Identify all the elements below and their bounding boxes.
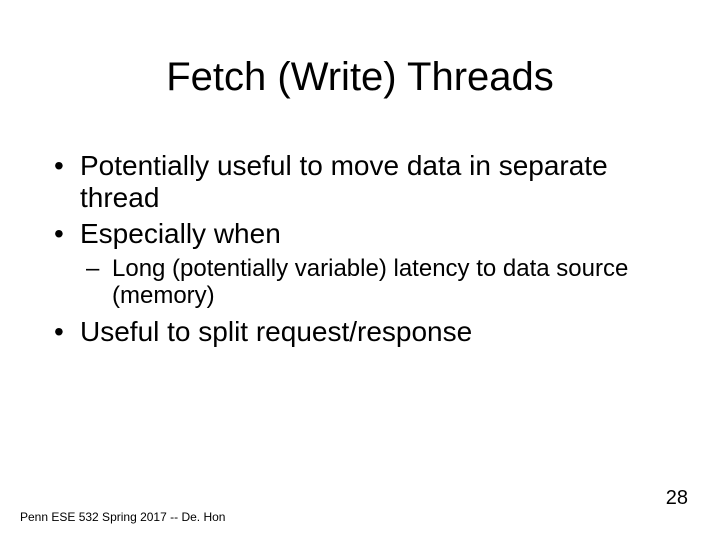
bullet-level2: Long (potentially variable) latency to d… xyxy=(86,255,674,310)
bullet-level1: Potentially useful to move data in separ… xyxy=(54,150,674,214)
footer-text: Penn ESE 532 Spring 2017 -- De. Hon xyxy=(20,510,225,524)
bullet-list: Potentially useful to move data in separ… xyxy=(54,150,674,348)
page-number: 28 xyxy=(666,487,688,510)
bullet-level1: Useful to split request/response xyxy=(54,316,674,348)
slide: Fetch (Write) Threads Potentially useful… xyxy=(0,0,720,540)
slide-title: Fetch (Write) Threads xyxy=(0,55,720,100)
bullet-level1: Especially when xyxy=(54,218,674,250)
slide-body: Potentially useful to move data in separ… xyxy=(54,150,674,352)
